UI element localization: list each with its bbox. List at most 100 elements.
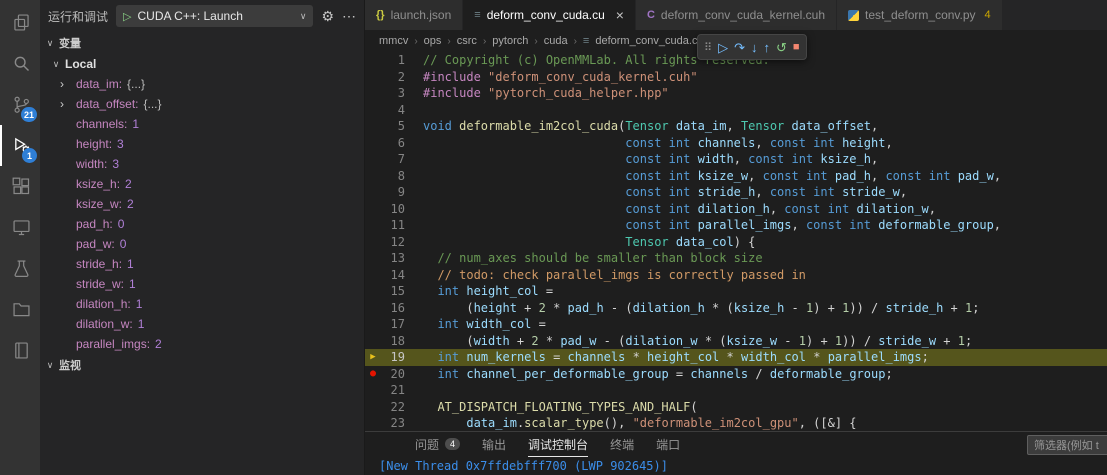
gutter-space[interactable] — [365, 102, 381, 119]
code-line[interactable]: 7 const int width, const int ksize_h, — [365, 151, 1107, 168]
tab-test_deform_conv.py[interactable]: test_deform_conv.py 4 — [837, 0, 1003, 30]
gutter-space[interactable] — [365, 85, 381, 102]
code-line[interactable]: ▶ 19 int num_kernels = channels * height_… — [365, 349, 1107, 366]
variable-row[interactable]: channels: 1 — [40, 114, 364, 134]
breadcrumb-file[interactable]: deform_conv_cuda.cu — [595, 35, 703, 47]
activity-remote-button[interactable] — [0, 207, 40, 248]
variable-row[interactable]: stride_w: 1 — [40, 274, 364, 294]
variable-row[interactable]: ksize_w: 2 — [40, 194, 364, 214]
restart-button[interactable]: ↺ — [776, 41, 787, 54]
activity-folder-button[interactable] — [0, 289, 40, 330]
activity-extensions-button[interactable] — [0, 166, 40, 207]
activity-notebook-button[interactable] — [0, 330, 40, 371]
start-debugging-icon[interactable]: ▷ — [123, 10, 131, 23]
gutter-space[interactable] — [365, 415, 381, 431]
tab-deform_conv_cuda_kernel.cuh[interactable]: Cdeform_conv_cuda_kernel.cuh — [635, 0, 838, 30]
code-line[interactable]: 10 const int dilation_h, const int dilat… — [365, 201, 1107, 218]
panel-tab-端口[interactable]: 端口 — [656, 432, 680, 457]
variable-row[interactable]: width: 3 — [40, 154, 364, 174]
step-into-button[interactable]: ↓ — [751, 41, 758, 54]
activity-explorer-button[interactable] — [0, 2, 40, 43]
code-line[interactable]: 11 const int parallel_imgs, const int de… — [365, 217, 1107, 234]
gutter-space[interactable] — [365, 52, 381, 69]
code-line[interactable]: 17 int width_col = — [365, 316, 1107, 333]
stop-button[interactable]: ■ — [793, 41, 800, 53]
breadcrumb-item[interactable]: mmcv — [379, 35, 408, 47]
gear-icon[interactable]: ⚙ — [321, 8, 334, 25]
code-line[interactable]: 13 // num_axes should be smaller than bl… — [365, 250, 1107, 267]
code-line[interactable]: ● 20 int channel_per_deformable_group = c… — [365, 366, 1107, 383]
variable-row[interactable]: pad_w: 0 — [40, 234, 364, 254]
code-line[interactable]: 15 int height_col = — [365, 283, 1107, 300]
code-line[interactable]: 2 #include "deform_conv_cuda_kernel.cuh" — [365, 69, 1107, 86]
variable-row[interactable]: stride_h: 1 — [40, 254, 364, 274]
more-actions-icon[interactable]: ⋯ — [342, 8, 356, 25]
gutter-space[interactable] — [365, 217, 381, 234]
panel-tab-终端[interactable]: 终端 — [610, 432, 634, 457]
activity-run-debug-button[interactable]: 1 — [0, 125, 40, 166]
gutter-space[interactable] — [365, 151, 381, 168]
breakpoint-icon[interactable]: ● — [365, 366, 381, 383]
continue-button[interactable]: ▷ — [718, 41, 728, 54]
code-line[interactable]: 8 const int ksize_w, const int pad_h, co… — [365, 168, 1107, 185]
gutter-space[interactable] — [365, 184, 381, 201]
code-line[interactable]: 12 Tensor data_col) { — [365, 234, 1107, 251]
code-line[interactable]: 23 data_im.scalar_type(), "deformable_im… — [365, 415, 1107, 431]
code-line[interactable]: 16 (height + 2 * pad_h - (dilation_h * (… — [365, 300, 1107, 317]
variable-name: data_im: — [76, 77, 123, 91]
gutter-space[interactable] — [365, 399, 381, 416]
variable-row[interactable]: pad_h: 0 — [40, 214, 364, 234]
gutter-space[interactable] — [365, 267, 381, 284]
gutter-space[interactable] — [365, 168, 381, 185]
watch-section-header[interactable]: ∨ 监视 — [40, 354, 364, 376]
variable-row[interactable]: parallel_imgs: 2 — [40, 334, 364, 354]
gutter-space[interactable] — [365, 300, 381, 317]
panel-tab-输出[interactable]: 输出 — [482, 432, 506, 457]
variable-row[interactable]: dilation_w: 1 — [40, 314, 364, 334]
breadcrumb-item[interactable]: ops — [424, 35, 442, 47]
code-line[interactable]: 22 AT_DISPATCH_FLOATING_TYPES_AND_HALF( — [365, 399, 1107, 416]
activity-source-control-button[interactable]: 21 — [0, 84, 40, 125]
variables-section-header[interactable]: ∨ 变量 — [40, 32, 364, 54]
filter-input[interactable]: 筛选器(例如 t — [1027, 435, 1107, 455]
gutter-space[interactable] — [365, 316, 381, 333]
breadcrumb-item[interactable]: cuda — [544, 35, 568, 47]
variable-row[interactable]: ksize_h: 2 — [40, 174, 364, 194]
gutter-space[interactable] — [365, 234, 381, 251]
variable-row[interactable]: › data_offset: {...} — [40, 94, 364, 114]
variable-row[interactable]: height: 3 — [40, 134, 364, 154]
variable-row[interactable]: › data_im: {...} — [40, 74, 364, 94]
breadcrumb-item[interactable]: csrc — [457, 35, 477, 47]
gutter-space[interactable] — [365, 250, 381, 267]
panel-tab-调试控制台[interactable]: 调试控制台 — [528, 432, 589, 457]
gutter-space[interactable] — [365, 135, 381, 152]
code-line[interactable]: 21 — [365, 382, 1107, 399]
activity-test-button[interactable] — [0, 248, 40, 289]
code-line[interactable]: 18 (width + 2 * pad_w - (dilation_w * (k… — [365, 333, 1107, 350]
close-icon[interactable]: × — [616, 8, 624, 22]
gutter-space[interactable] — [365, 333, 381, 350]
tab-launch.json[interactable]: {} launch.json — [365, 0, 464, 30]
scope-local-row[interactable]: ∨ Local — [40, 54, 364, 74]
code-line[interactable]: 3 #include "pytorch_cuda_helper.hpp" — [365, 85, 1107, 102]
panel-tab-问题[interactable]: 问题 4 — [415, 432, 461, 457]
gutter-space[interactable] — [365, 118, 381, 135]
launch-config-dropdown[interactable]: ▷ CUDA C++: Launch ∨ — [116, 5, 314, 27]
gutter-space[interactable] — [365, 69, 381, 86]
activity-search-button[interactable] — [0, 43, 40, 84]
variable-row[interactable]: dilation_h: 1 — [40, 294, 364, 314]
code-line[interactable]: 5 void deformable_im2col_cuda(Tensor data… — [365, 118, 1107, 135]
code-line[interactable]: 9 const int stride_h, const int stride_w… — [365, 184, 1107, 201]
breadcrumb-item[interactable]: pytorch — [492, 35, 528, 47]
execution-pointer-icon[interactable]: ▶ — [365, 349, 381, 366]
code-line[interactable]: 14 // todo: check parallel_imgs is corre… — [365, 267, 1107, 284]
gutter-space[interactable] — [365, 382, 381, 399]
code-line[interactable]: 6 const int channels, const int height, — [365, 135, 1107, 152]
step-over-button[interactable]: ↷ — [734, 41, 745, 54]
code-line[interactable]: 4 — [365, 102, 1107, 119]
gutter-space[interactable] — [365, 201, 381, 218]
step-out-button[interactable]: ↑ — [763, 41, 770, 54]
drag-handle-icon[interactable]: ⠿ — [704, 41, 712, 54]
tab-deform_conv_cuda.cu[interactable]: ≡ deform_conv_cuda.cu × — [463, 0, 636, 30]
gutter-space[interactable] — [365, 283, 381, 300]
